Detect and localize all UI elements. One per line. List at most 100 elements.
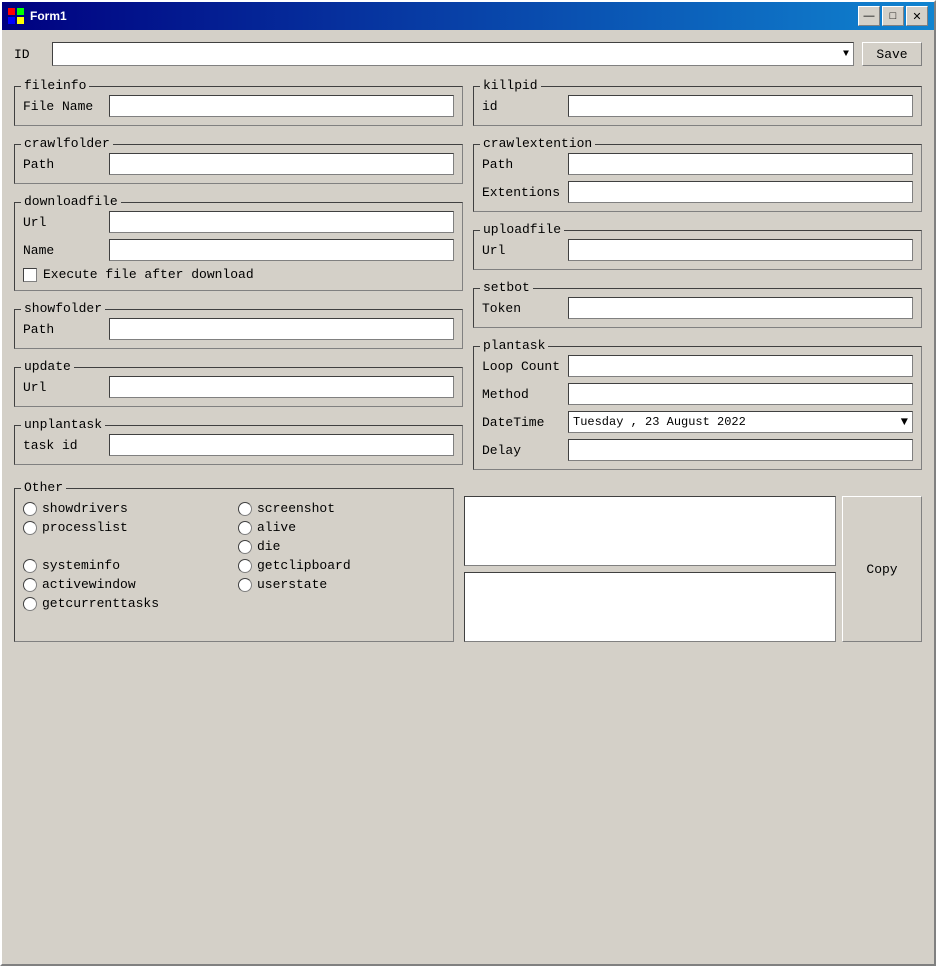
output-boxes	[464, 496, 836, 642]
setbot-title: setbot	[480, 280, 533, 295]
bottom-section: Other showdrivers screenshot processlist	[14, 480, 922, 642]
radio-alive-circle	[238, 521, 252, 535]
plantask-loop-input[interactable]	[568, 355, 913, 377]
crawlfolder-path-row: Path	[23, 153, 454, 175]
radio-alive-label: alive	[257, 520, 296, 535]
uploadfile-group: uploadfile Url	[473, 230, 922, 270]
radio-getcurrenttasks-label: getcurrenttasks	[42, 596, 159, 611]
radio-alive[interactable]: alive	[238, 520, 445, 535]
task-id-label: task id	[23, 438, 103, 453]
id-label: ID	[14, 47, 44, 62]
minimize-button[interactable]: —	[858, 6, 880, 26]
execute-checkbox-label: Execute file after download	[43, 267, 254, 282]
download-name-input[interactable]	[109, 239, 454, 261]
plantask-datetime-label: DateTime	[482, 415, 562, 430]
close-button[interactable]: ✕	[906, 6, 928, 26]
content-area: ID ▼ Save fileinfo File Name	[2, 30, 934, 964]
radio-showdrivers[interactable]: showdrivers	[23, 501, 230, 516]
showfolder-path-label: Path	[23, 322, 103, 337]
downloadfile-title: downloadfile	[21, 194, 121, 209]
main-window: Form1 — □ ✕ ID ▼ Save fileinfo	[0, 0, 936, 966]
crawlext-path-row: Path	[482, 153, 913, 175]
showfolder-group: showfolder Path	[14, 309, 463, 349]
title-bar-left: Form1	[8, 8, 67, 24]
update-url-label: Url	[23, 380, 103, 395]
plantask-datetime-row: DateTime Tuesday , 23 August 2022 ▼	[482, 411, 913, 433]
crawlext-ext-row: Extentions	[482, 181, 913, 203]
crawlext-path-input[interactable]	[568, 153, 913, 175]
id-combo[interactable]: ▼	[52, 42, 854, 66]
radio-processlist-label: processlist	[42, 520, 128, 535]
radio-activewindow-circle	[23, 578, 37, 592]
file-name-label: File Name	[23, 99, 103, 114]
task-id-input[interactable]	[109, 434, 454, 456]
task-id-row: task id	[23, 434, 454, 456]
update-url-input[interactable]	[109, 376, 454, 398]
killpid-group: killpid id	[473, 86, 922, 126]
radio-screenshot[interactable]: screenshot	[238, 501, 445, 516]
main-grid: fileinfo File Name crawlfolder Path	[14, 78, 922, 470]
radio-processlist[interactable]: processlist	[23, 520, 230, 535]
killpid-id-input[interactable]	[568, 95, 913, 117]
execute-checkbox[interactable]	[23, 268, 37, 282]
crawlext-path-label: Path	[482, 157, 562, 172]
radio-getclipboard-label: getclipboard	[257, 558, 351, 573]
update-url-row: Url	[23, 376, 454, 398]
uploadfile-title: uploadfile	[480, 222, 564, 237]
copy-button[interactable]: Copy	[842, 496, 922, 642]
plantask-method-row: Method	[482, 383, 913, 405]
setbot-group: setbot Token	[473, 288, 922, 328]
crawlext-ext-label: Extentions	[482, 185, 562, 200]
download-name-row: Name	[23, 239, 454, 261]
file-name-input[interactable]	[109, 95, 454, 117]
download-url-label: Url	[23, 215, 103, 230]
window-title: Form1	[30, 9, 67, 23]
crawlfolder-title: crawlfolder	[21, 136, 113, 151]
other-group: Other showdrivers screenshot processlist	[14, 488, 454, 642]
download-name-label: Name	[23, 243, 103, 258]
setbot-token-input[interactable]	[568, 297, 913, 319]
crawlext-ext-input[interactable]	[568, 181, 913, 203]
download-url-input[interactable]	[109, 211, 454, 233]
radio-showdrivers-label: showdrivers	[42, 501, 128, 516]
output-box-2[interactable]	[464, 572, 836, 642]
radio-activewindow-label: activewindow	[42, 577, 136, 592]
crawlfolder-path-input[interactable]	[109, 153, 454, 175]
radio-systeminfo-label: systeminfo	[42, 558, 120, 573]
upload-url-input[interactable]	[568, 239, 913, 261]
radio-systeminfo-circle	[23, 559, 37, 573]
other-title: Other	[21, 480, 66, 495]
radio-activewindow[interactable]: activewindow	[23, 577, 230, 592]
save-button[interactable]: Save	[862, 42, 922, 66]
right-column: killpid id crawlextention Path Extention…	[473, 78, 922, 470]
plantask-loop-label: Loop Count	[482, 359, 562, 374]
plantask-delay-input[interactable]	[568, 439, 913, 461]
left-column: fileinfo File Name crawlfolder Path	[14, 78, 463, 470]
unplantask-title: unplantask	[21, 417, 105, 432]
output-box-1[interactable]	[464, 496, 836, 566]
datetime-combo[interactable]: Tuesday , 23 August 2022 ▼	[568, 411, 913, 433]
radio-die[interactable]: die	[238, 539, 445, 554]
showfolder-path-row: Path	[23, 318, 454, 340]
fileinfo-group: fileinfo File Name	[14, 86, 463, 126]
showfolder-path-input[interactable]	[109, 318, 454, 340]
plantask-method-input[interactable]	[568, 383, 913, 405]
radio-getcurrenttasks[interactable]: getcurrenttasks	[23, 596, 230, 611]
maximize-button[interactable]: □	[882, 6, 904, 26]
plantask-loop-row: Loop Count	[482, 355, 913, 377]
radio-userstate[interactable]: userstate	[238, 577, 445, 592]
crawlextention-title: crawlextention	[480, 136, 595, 151]
id-row: ID ▼ Save	[14, 42, 922, 66]
radio-die-label: die	[257, 539, 280, 554]
plantask-title: plantask	[480, 338, 548, 353]
radio-screenshot-label: screenshot	[257, 501, 335, 516]
download-url-row: Url	[23, 211, 454, 233]
radio-systeminfo[interactable]: systeminfo	[23, 558, 230, 573]
plantask-delay-row: Delay	[482, 439, 913, 461]
radio-die-circle	[238, 540, 252, 554]
radio-userstate-label: userstate	[257, 577, 327, 592]
output-section: Copy	[464, 488, 922, 642]
crawlfolder-path-label: Path	[23, 157, 103, 172]
spacer	[23, 539, 230, 554]
radio-getclipboard[interactable]: getclipboard	[238, 558, 445, 573]
